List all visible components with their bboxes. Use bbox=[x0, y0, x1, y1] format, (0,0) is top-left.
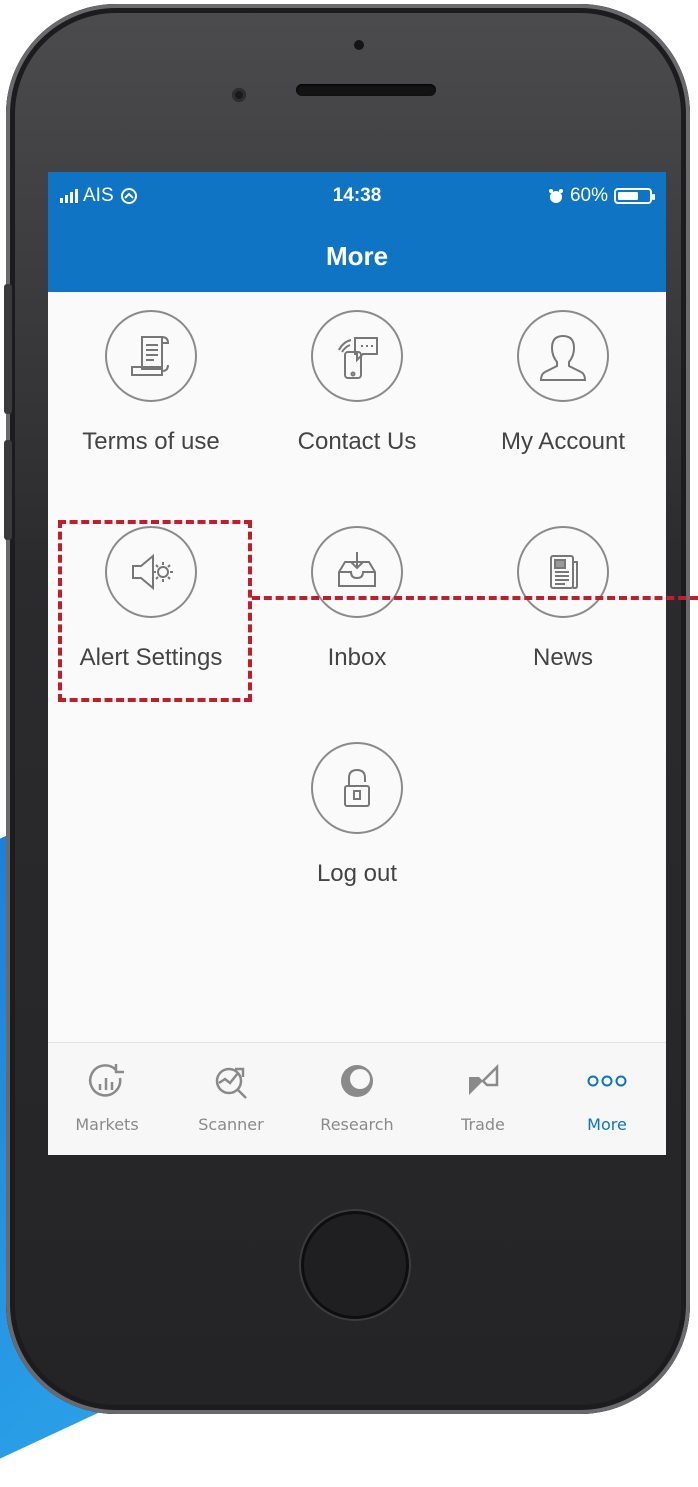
tab-trade[interactable]: Trade bbox=[428, 1057, 538, 1134]
earpiece-speaker bbox=[296, 84, 436, 96]
nav-bar: More bbox=[48, 220, 666, 292]
tab-bar: Markets Scanner Research Trade More bbox=[48, 1042, 666, 1155]
tab-label: Markets bbox=[75, 1115, 139, 1134]
menu-label: My Account bbox=[500, 428, 626, 455]
tab-markets[interactable]: Markets bbox=[52, 1057, 162, 1134]
tab-more[interactable]: More bbox=[552, 1057, 662, 1134]
front-camera bbox=[232, 88, 246, 102]
menu-label: News bbox=[532, 644, 593, 671]
tab-label: More bbox=[587, 1115, 627, 1134]
status-right: 60% bbox=[548, 185, 655, 207]
tab-label: Scanner bbox=[198, 1115, 264, 1134]
status-bar: AIS 14:38 60% bbox=[48, 172, 666, 220]
trade-icon bbox=[428, 1057, 538, 1105]
lock-icon bbox=[311, 742, 403, 834]
document-icon bbox=[105, 310, 197, 402]
tab-label: Research bbox=[320, 1115, 394, 1134]
more-icon bbox=[552, 1057, 662, 1105]
volume-down-button bbox=[4, 440, 12, 540]
tab-research[interactable]: Research bbox=[302, 1057, 412, 1134]
user-icon bbox=[517, 310, 609, 402]
tab-label: Trade bbox=[461, 1115, 505, 1134]
page-title: More bbox=[325, 240, 389, 271]
menu-item-contact-us[interactable]: Contact Us bbox=[254, 310, 460, 456]
battery-percent: 60% bbox=[569, 185, 608, 206]
menu-label: Contact Us bbox=[297, 428, 417, 455]
menu-label: Inbox bbox=[327, 644, 387, 671]
tab-scanner[interactable]: Scanner bbox=[176, 1057, 286, 1134]
highlight-connector-line bbox=[252, 596, 698, 600]
battery-icon bbox=[614, 188, 655, 204]
menu-label: Terms of use bbox=[82, 428, 220, 455]
proximity-sensor bbox=[354, 40, 364, 50]
volume-up-button bbox=[4, 314, 12, 414]
phone-chat-icon bbox=[311, 310, 403, 402]
menu-item-log-out[interactable]: Log out bbox=[254, 742, 460, 888]
menu-item-terms-of-use[interactable]: Terms of use bbox=[48, 310, 254, 456]
highlight-box bbox=[58, 520, 252, 702]
inbox-icon bbox=[311, 526, 403, 618]
newspaper-icon bbox=[517, 526, 609, 618]
menu-label: Log out bbox=[316, 860, 398, 887]
menu-item-my-account[interactable]: My Account bbox=[460, 310, 666, 456]
scanner-icon bbox=[176, 1057, 286, 1105]
markets-icon bbox=[52, 1057, 162, 1105]
alarm-icon bbox=[548, 189, 563, 203]
home-button[interactable] bbox=[301, 1211, 409, 1319]
research-icon bbox=[302, 1057, 412, 1105]
